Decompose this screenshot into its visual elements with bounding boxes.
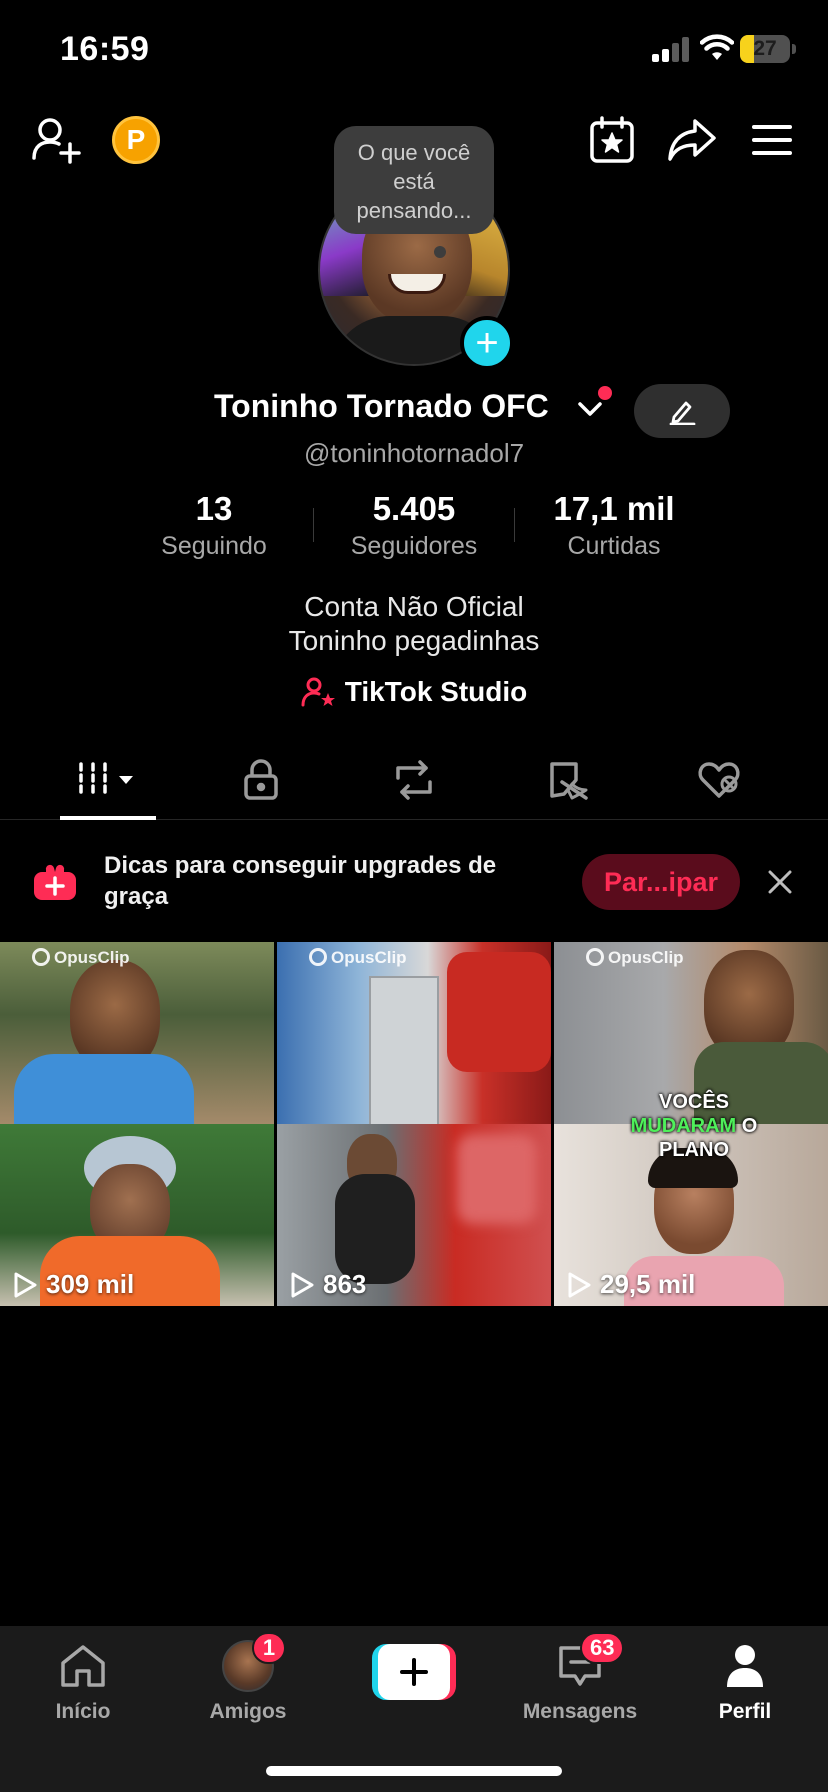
display-name[interactable]: Toninho Tornado OFC bbox=[214, 388, 549, 425]
gift-box-icon bbox=[34, 864, 76, 900]
status-bar: 16:59 27 bbox=[0, 0, 828, 100]
followers-label: Seguidores bbox=[350, 532, 478, 560]
nav-friends-label: Amigos bbox=[209, 1700, 287, 1723]
cellular-signal-icon bbox=[652, 36, 692, 62]
tab-videos[interactable] bbox=[33, 740, 183, 820]
followers-count: 5.405 bbox=[372, 490, 456, 527]
view-count: 309 mil bbox=[12, 1269, 134, 1300]
close-icon[interactable] bbox=[764, 866, 796, 898]
repost-icon bbox=[396, 760, 432, 800]
lock-icon bbox=[244, 759, 278, 800]
tab-liked[interactable] bbox=[645, 740, 795, 820]
add-friend-icon[interactable] bbox=[28, 112, 84, 168]
chevron-down-icon[interactable] bbox=[576, 398, 604, 420]
tiktok-studio-link[interactable]: TikTok Studio bbox=[0, 676, 828, 708]
nav-home[interactable]: Início bbox=[8, 1638, 158, 1730]
pencil-icon bbox=[669, 401, 696, 425]
status-time: 16:59 bbox=[60, 30, 150, 68]
friends-badge: 1 bbox=[252, 1632, 286, 1664]
profile-tabs bbox=[0, 740, 828, 820]
share-icon[interactable] bbox=[664, 112, 720, 168]
stat-following[interactable]: 13 Seguindo bbox=[114, 490, 314, 561]
coin-icon[interactable]: P bbox=[112, 116, 160, 164]
view-count: 863 bbox=[289, 1269, 366, 1300]
tab-favorites[interactable] bbox=[492, 740, 642, 820]
stat-likes[interactable]: 17,1 mil Curtidas bbox=[514, 490, 714, 561]
thought-bubble[interactable]: O que você está pensando... bbox=[334, 126, 494, 234]
add-story-plus-icon[interactable]: + bbox=[460, 316, 514, 370]
play-icon bbox=[291, 1272, 314, 1297]
battery-icon: 27 bbox=[740, 35, 790, 63]
video-thumbnail[interactable]: OpusClip 309 mil bbox=[0, 942, 274, 1306]
liked-icon bbox=[698, 762, 740, 798]
studio-person-star-icon bbox=[301, 677, 335, 707]
following-label: Seguindo bbox=[161, 532, 267, 560]
play-icon bbox=[568, 1272, 591, 1297]
name-row: Toninho Tornado OFC bbox=[0, 384, 828, 438]
nav-messages[interactable]: 63 Mensagens bbox=[505, 1632, 655, 1730]
menu-icon[interactable] bbox=[746, 112, 798, 168]
likes-label: Curtidas bbox=[567, 532, 661, 560]
stat-followers[interactable]: 5.405 Seguidores bbox=[314, 490, 514, 561]
participate-button[interactable]: Par...ipar bbox=[582, 854, 740, 910]
battery-nub bbox=[792, 44, 796, 54]
thought-bubble-tail bbox=[434, 246, 446, 258]
nav-messages-label: Mensagens bbox=[522, 1700, 638, 1723]
bio: Conta Não Oficial Toninho pegadinhas bbox=[0, 590, 828, 658]
video-caption-overlay: VOCÊS MUDARAM O PLANO bbox=[630, 1091, 758, 1161]
wifi-icon bbox=[700, 34, 734, 60]
video-thumbnail[interactable]: VOCÊS MUDARAM O PLANO OpusClip 29,5 mil bbox=[554, 942, 828, 1306]
favorites-icon bbox=[550, 762, 588, 800]
calendar-star-icon[interactable] bbox=[586, 112, 638, 168]
likes-count: 17,1 mil bbox=[553, 490, 675, 527]
brand-label: OpusClip bbox=[309, 948, 407, 968]
bio-line: Conta Não Oficial bbox=[304, 591, 524, 622]
view-count: 29,5 mil bbox=[566, 1269, 695, 1300]
nav-home-label: Início bbox=[55, 1700, 111, 1723]
brand-label: OpusClip bbox=[586, 948, 684, 968]
video-thumbnail[interactable]: OpusClip 863 bbox=[277, 942, 551, 1306]
username-handle: @toninhotornadol7 bbox=[303, 438, 525, 468]
following-count: 13 bbox=[195, 490, 233, 527]
play-icon bbox=[14, 1272, 37, 1297]
brand-label: OpusClip bbox=[32, 948, 130, 968]
bio-line: Toninho pegadinhas bbox=[288, 625, 540, 656]
battery-level: 27 bbox=[753, 37, 777, 60]
nav-friends[interactable]: 1 Amigos bbox=[173, 1632, 323, 1730]
nav-profile[interactable]: Perfil bbox=[670, 1638, 820, 1730]
home-indicator bbox=[266, 1766, 562, 1776]
video-grid: OpusClip 309 mil OpusClip 863 VOCÊS MUDA… bbox=[0, 942, 828, 1306]
tab-private[interactable] bbox=[186, 740, 336, 820]
edit-profile-button[interactable] bbox=[634, 384, 730, 438]
nav-profile-label: Perfil bbox=[718, 1700, 772, 1723]
active-tab-indicator bbox=[60, 816, 156, 820]
studio-label: TikTok Studio bbox=[344, 676, 528, 707]
promo-banner[interactable]: Dicas para conseguir upgrades de graça P… bbox=[0, 826, 828, 936]
videos-grid-icon bbox=[79, 762, 133, 798]
plus-icon bbox=[400, 1658, 428, 1686]
promo-text: Dicas para conseguir upgrades de graça bbox=[104, 852, 497, 910]
profile-icon bbox=[727, 1645, 763, 1687]
messages-badge: 63 bbox=[580, 1632, 625, 1664]
tab-reposts[interactable] bbox=[339, 740, 489, 820]
create-button[interactable] bbox=[372, 1644, 456, 1700]
home-icon bbox=[61, 1645, 105, 1687]
notification-dot bbox=[598, 386, 612, 400]
